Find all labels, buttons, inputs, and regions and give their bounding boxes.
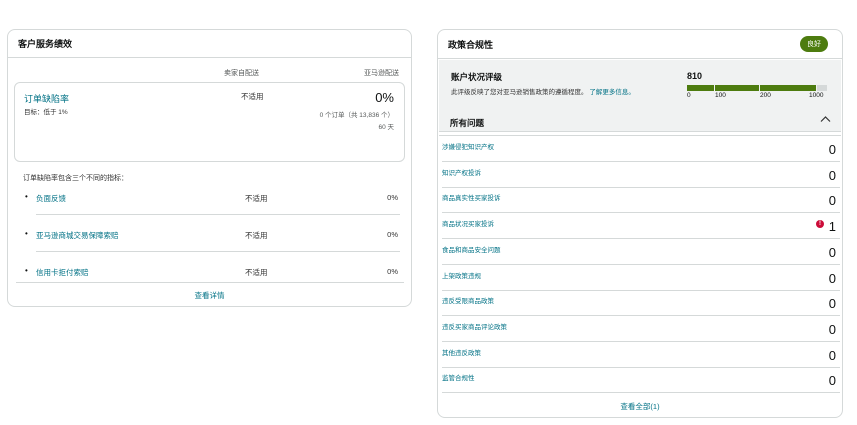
- issue-link[interactable]: 食品和商品安全问题: [442, 244, 501, 254]
- issue-link[interactable]: 违反买家商品评论政策: [442, 321, 507, 331]
- account-health-title: 账户状况评级: [451, 72, 503, 82]
- issue-link[interactable]: 上架政策违规: [442, 270, 481, 280]
- account-health-bar: [687, 85, 827, 91]
- metric-link-negative-feedback[interactable]: 负面反馈: [36, 193, 66, 204]
- tick-label: 1000: [809, 92, 824, 99]
- issue-row: 违反受限商品政策 0: [442, 290, 840, 317]
- health-bar-segment: [715, 85, 759, 91]
- order-defect-rate-panel: 订单缺陷率 目标：低于 1% 不适用 0% 0 个订单（共 13,836 个） …: [14, 82, 405, 162]
- metric-seller-value: 不适用: [245, 194, 268, 203]
- tick-label: 200: [760, 92, 771, 99]
- metric-amazon-value: 0%: [387, 230, 398, 239]
- view-all-footer: 查看全部(1): [438, 401, 842, 412]
- metric-amazon-value: 0%: [387, 267, 398, 276]
- issue-link[interactable]: 其他违反政策: [442, 347, 481, 357]
- account-health-panel: 账户状况评级 此评级反映了您对亚马逊销售政策的遵循程度。 了解更多信息。 810…: [439, 60, 841, 132]
- issue-count: 1: [828, 219, 836, 235]
- issue-link[interactable]: 违反受限商品政策: [442, 295, 494, 305]
- issue-count: 0: [828, 270, 836, 286]
- order-defect-rate-link[interactable]: 订单缺陷率: [24, 92, 69, 105]
- metric-row-negative-feedback: • 负面反馈 不适用 0%: [23, 192, 398, 206]
- chevron-up-icon[interactable]: [820, 115, 831, 126]
- issue-row: 违反买家商品评论政策 0: [442, 316, 840, 342]
- issue-row: 食品和商品安全问题 0: [442, 239, 840, 265]
- issue-link[interactable]: 商品状况买家投诉: [442, 218, 494, 228]
- policy-compliance-card: 政策合规性 良好 账户状况评级 此评级反映了您对亚马逊销售政策的遵循程度。 了解…: [437, 29, 843, 418]
- view-all-link[interactable]: 查看全部(1): [620, 402, 659, 411]
- seller-fulfilled-column-header: 卖家自配送: [224, 70, 259, 77]
- customer-service-card: 客户服务绩效 卖家自配送 亚马逊配送 订单缺陷率 目标：低于 1% 不适用 0%…: [7, 29, 412, 307]
- divider: [16, 282, 404, 283]
- bullet: •: [25, 192, 28, 201]
- metric-row-chargeback-claims: • 信用卡拒付索赔 不适用 0%: [23, 266, 398, 280]
- learn-more-link[interactable]: 了解更多信息。: [589, 89, 635, 96]
- issue-count: 0: [828, 321, 836, 337]
- divider: [36, 251, 400, 252]
- odr-amazon-percent: 0%: [375, 90, 394, 105]
- issue-link[interactable]: 监管合规性: [442, 372, 475, 382]
- metrics-intro: 订单缺陷率包含三个不同的指标：: [23, 175, 128, 182]
- alert-icon: !: [816, 220, 824, 229]
- health-bar-ticks: 0 100 200 1000: [687, 92, 827, 102]
- issue-link[interactable]: 商品真实性买家投诉: [442, 192, 501, 202]
- bullet: •: [25, 266, 28, 275]
- metric-seller-value: 不适用: [245, 268, 268, 277]
- issue-link[interactable]: 涉嫌侵犯知识产权: [442, 141, 494, 151]
- odr-amazon-days: 60 天: [378, 124, 394, 131]
- all-issues-title: 所有问题: [450, 118, 485, 128]
- issue-count: 0: [828, 244, 836, 260]
- account-health-score: 810: [687, 71, 703, 81]
- tick-label: 0: [687, 92, 691, 99]
- health-bar-segment: [687, 85, 714, 91]
- issue-row: 监管合规性 0: [442, 367, 840, 394]
- amazon-fulfilled-column-header: 亚马逊配送: [364, 70, 399, 77]
- issue-row: 其他违反政策 0: [442, 342, 840, 368]
- odr-amazon-orders: 0 个订单（共 13,836 个）: [319, 112, 394, 119]
- metric-link-a-to-z-claims[interactable]: 亚马逊商城交易保障索赔: [36, 230, 119, 241]
- policy-compliance-title: 政策合规性: [438, 30, 842, 59]
- issue-link[interactable]: 知识产权投诉: [442, 167, 481, 177]
- view-details-footer: 查看详情: [8, 290, 411, 301]
- account-health-description: 此评级反映了您对亚马逊销售政策的遵循程度。 了解更多信息。: [451, 86, 635, 96]
- issue-row: 商品状况买家投诉! 1: [442, 213, 840, 240]
- view-details-link[interactable]: 查看详情: [195, 291, 225, 300]
- issue-row: 知识产权投诉 0: [442, 162, 840, 188]
- issue-count: 0: [828, 296, 836, 312]
- metric-seller-value: 不适用: [245, 231, 268, 240]
- odr-seller-value: 不适用: [241, 92, 264, 101]
- metric-link-chargeback-claims[interactable]: 信用卡拒付索赔: [36, 267, 89, 278]
- status-badge: 良好: [800, 36, 828, 52]
- tick-label: 100: [715, 92, 726, 99]
- issue-count: 0: [828, 373, 836, 389]
- issue-count: 0: [828, 347, 836, 363]
- odr-target: 目标：低于 1%: [24, 109, 68, 116]
- issue-row: 上架政策违规 0: [442, 265, 840, 291]
- bullet: •: [25, 229, 28, 238]
- divider: [36, 214, 400, 215]
- issue-row: 商品真实性买家投诉 0: [442, 187, 840, 214]
- health-bar-segment-empty: [817, 85, 827, 91]
- metric-amazon-value: 0%: [387, 193, 398, 202]
- health-bar-segment: [760, 85, 816, 91]
- customer-service-title: 客户服务绩效: [8, 30, 411, 58]
- issue-row: 涉嫌侵犯知识产权 0: [442, 136, 840, 162]
- issue-count: 0: [828, 142, 836, 157]
- metric-row-a-to-z-claims: • 亚马逊商城交易保障索赔 不适用 0%: [23, 229, 398, 243]
- account-health-description-text: 此评级反映了您对亚马逊销售政策的遵循程度。: [451, 89, 588, 96]
- issue-count: 0: [828, 167, 836, 183]
- issue-count: 0: [828, 193, 836, 209]
